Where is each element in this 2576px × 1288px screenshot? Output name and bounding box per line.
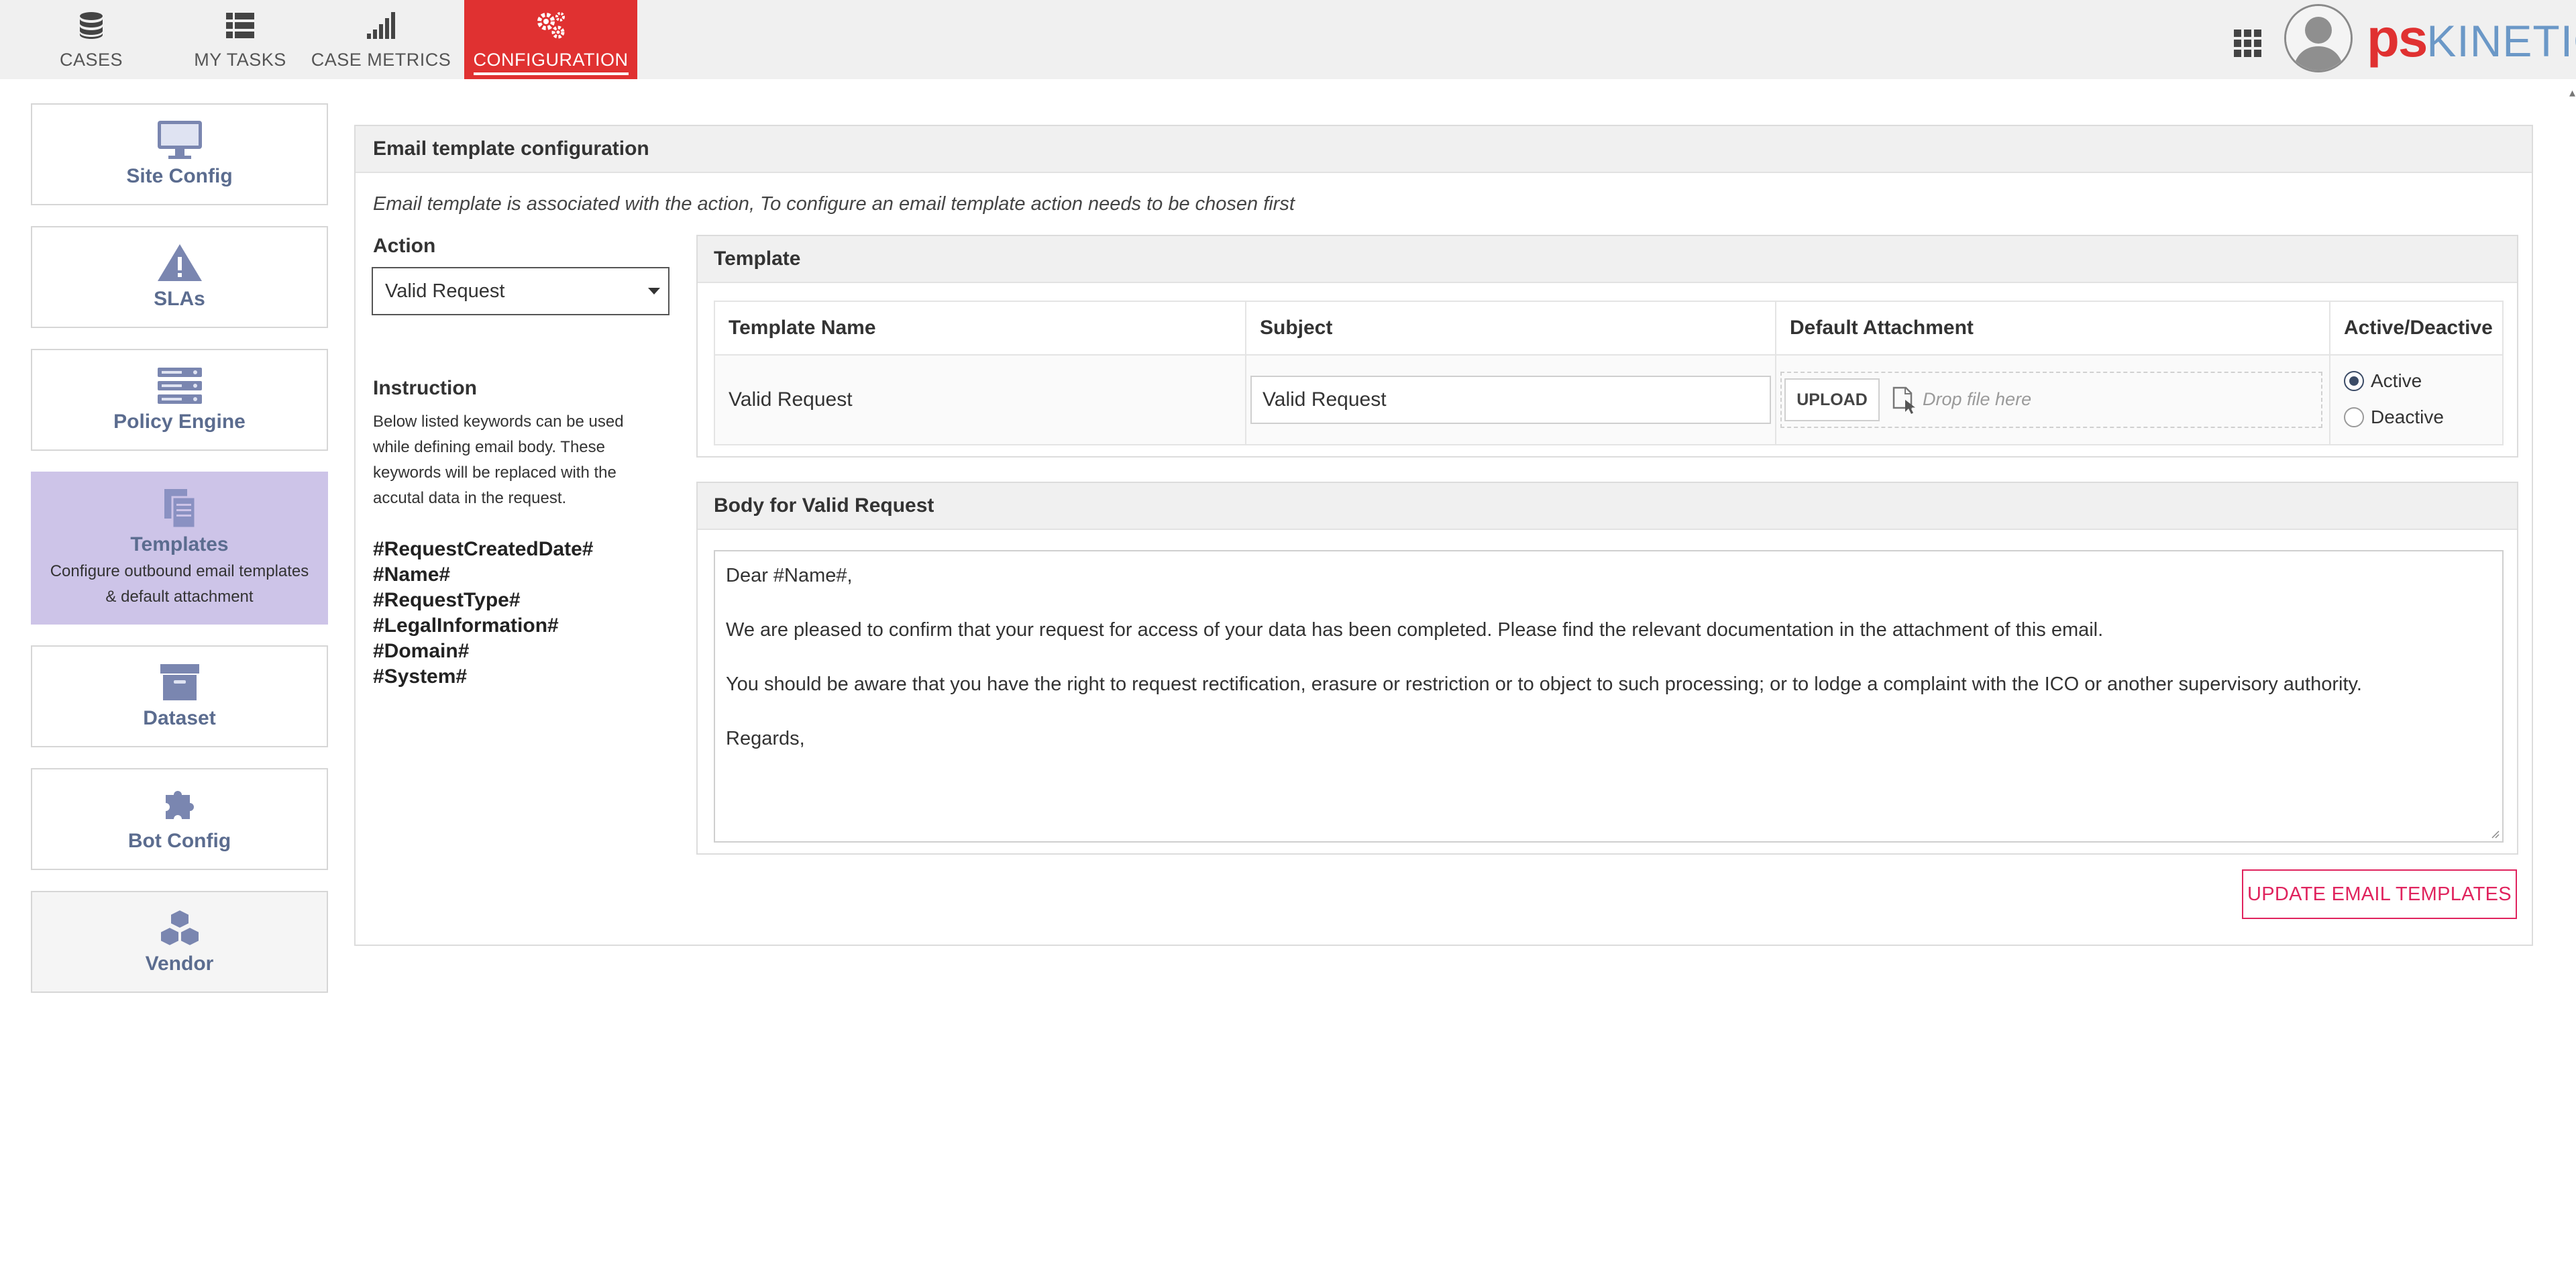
attachment-cell: UPLOAD Drop file here	[1776, 356, 2330, 444]
monitor-icon	[157, 121, 202, 159]
keyword-item: #RequestCreatedDate#	[373, 538, 594, 560]
documents-icon	[164, 489, 196, 529]
column-header: Active/Deactive	[2344, 317, 2493, 339]
sidebar-item-title: Bot Config	[127, 830, 231, 852]
panel-note: Email template is associated with the ac…	[373, 193, 1295, 215]
sidebar-item-title: Templates	[130, 533, 229, 555]
brand-logo-ps: ps	[2367, 8, 2428, 68]
nav-label: CASE METRICS	[311, 50, 451, 70]
avatar[interactable]	[2284, 4, 2353, 72]
file-drop-icon	[1892, 386, 1915, 414]
email-body-line: You should be aware that you have the ri…	[726, 674, 2362, 695]
chevron-down-icon	[648, 288, 660, 294]
instruction-title: Instruction	[373, 377, 477, 399]
active-radio-label: Active	[2371, 370, 2422, 391]
list-icon	[224, 9, 256, 42]
status-cell: Active Deactive	[2330, 356, 2502, 444]
radio-selected-icon	[2344, 371, 2364, 391]
keyword-item: #LegalInformation#	[373, 614, 559, 637]
column-header: Template Name	[715, 302, 1246, 354]
update-email-templates-button[interactable]: UPDATE EMAIL TEMPLATES	[2242, 869, 2517, 919]
sidebar-item-vendor[interactable]: Vendor	[31, 891, 328, 993]
template-name-cell: Valid Request	[715, 356, 1246, 444]
active-radio[interactable]: Active	[2344, 370, 2422, 392]
nav-label: CONFIGURATION	[473, 50, 629, 75]
instruction-text: Below listed keywords can be used while …	[373, 413, 624, 507]
email-body-section: Body for Valid Request Dear #Name#, We a…	[696, 482, 2518, 855]
keyword-item: #Name#	[373, 564, 451, 586]
warning-icon	[157, 244, 202, 281]
email-template-panel: Email template configuration Email templ…	[354, 125, 2533, 946]
action-select-value: Valid Request	[385, 280, 505, 302]
server-icon	[157, 368, 202, 404]
sidebar-item-dataset[interactable]: Dataset	[31, 645, 328, 747]
email-body-textarea[interactable]: Dear #Name#, We are pleased to confirm t…	[714, 550, 2504, 843]
nav-case-metrics[interactable]: CASE METRICS	[298, 0, 464, 79]
sidebar-item-slas[interactable]: SLAs	[31, 226, 328, 328]
keyword-list: #RequestCreatedDate# #Name# #RequestType…	[373, 537, 593, 690]
email-body-line: Dear #Name#,	[726, 565, 853, 586]
nav-label: CASES	[59, 50, 123, 70]
nav-configuration[interactable]: CONFIGURATION	[464, 0, 637, 79]
subject-cell: Valid Request	[1246, 356, 1776, 444]
sidebar-item-title: Policy Engine	[113, 411, 246, 433]
email-body-title: Body for Valid Request	[698, 483, 2517, 530]
sidebar-item-title: SLAs	[154, 288, 205, 310]
table-header-row: Template Name Subject Default Attachment…	[715, 302, 2502, 356]
column-header: Default Attachment	[1776, 302, 2330, 354]
database-icon	[75, 9, 107, 42]
sidebar-item-bot-config[interactable]: Bot Config	[31, 768, 328, 870]
brand-logo-kinetic: KINETIC	[2426, 16, 2576, 66]
cubes-icon	[159, 908, 200, 947]
keyword-item: #Domain#	[373, 640, 470, 662]
email-body-line: We are pleased to confirm that your requ…	[726, 619, 2104, 641]
panel-title: Email template configuration	[356, 126, 2532, 173]
brand-logo: ps KINETIC	[2367, 1, 2576, 75]
apps-grid-icon[interactable]	[2233, 28, 2263, 59]
sidebar-item-templates[interactable]: Templates Configure outbound email templ…	[31, 472, 328, 625]
column-header: Subject	[1246, 302, 1776, 354]
signal-bars-icon	[365, 9, 397, 42]
scroll-up-arrow-icon[interactable]: ▴	[2569, 86, 2576, 99]
radio-unselected-icon	[2344, 407, 2364, 427]
sidebar-item-title: Site Config	[126, 165, 233, 187]
puzzle-icon	[165, 791, 194, 819]
action-label: Action	[373, 235, 436, 257]
nav-label: MY TASKS	[194, 50, 286, 70]
user-avatar-icon	[2286, 6, 2351, 70]
nav-cases[interactable]: CASES	[0, 0, 182, 79]
file-drop-zone[interactable]: UPLOAD Drop file here	[1780, 372, 2322, 428]
table-row: Valid Request Valid Request UPLOAD Drop …	[715, 356, 2502, 444]
main-nav: CASES MY TASKS CASE METRICS CONFIGURATIO…	[0, 0, 637, 79]
resize-handle-icon[interactable]	[2489, 828, 2500, 839]
sidebar-item-policy-engine[interactable]: Policy Engine	[31, 349, 328, 451]
sidebar-item-title: Dataset	[143, 707, 216, 729]
deactive-radio-label: Deactive	[2371, 407, 2444, 427]
sidebar-item-site-config[interactable]: Site Config	[31, 103, 328, 205]
template-table: Template Name Subject Default Attachment…	[714, 301, 2504, 445]
keyword-item: #System#	[373, 665, 468, 688]
email-body-line: Regards,	[726, 728, 805, 749]
drop-file-placeholder: Drop file here	[1923, 389, 2032, 409]
template-section: Template Template Name Subject Default A…	[696, 235, 2518, 458]
gears-icon	[535, 9, 567, 42]
nav-my-tasks[interactable]: MY TASKS	[182, 0, 298, 79]
deactive-radio[interactable]: Deactive	[2344, 407, 2444, 428]
upload-button[interactable]: UPLOAD	[1784, 378, 1880, 421]
template-section-title: Template	[698, 236, 2517, 283]
archive-box-icon	[160, 664, 199, 700]
top-bar: CASES MY TASKS CASE METRICS CONFIGURATIO…	[0, 0, 2576, 79]
sidebar-item-description: Configure outbound email templates & def…	[50, 562, 309, 606]
keyword-item: #RequestType#	[373, 589, 521, 611]
sidebar-item-title: Vendor	[145, 953, 214, 975]
subject-input[interactable]: Valid Request	[1250, 376, 1771, 424]
action-select[interactable]: Valid Request	[372, 267, 669, 315]
